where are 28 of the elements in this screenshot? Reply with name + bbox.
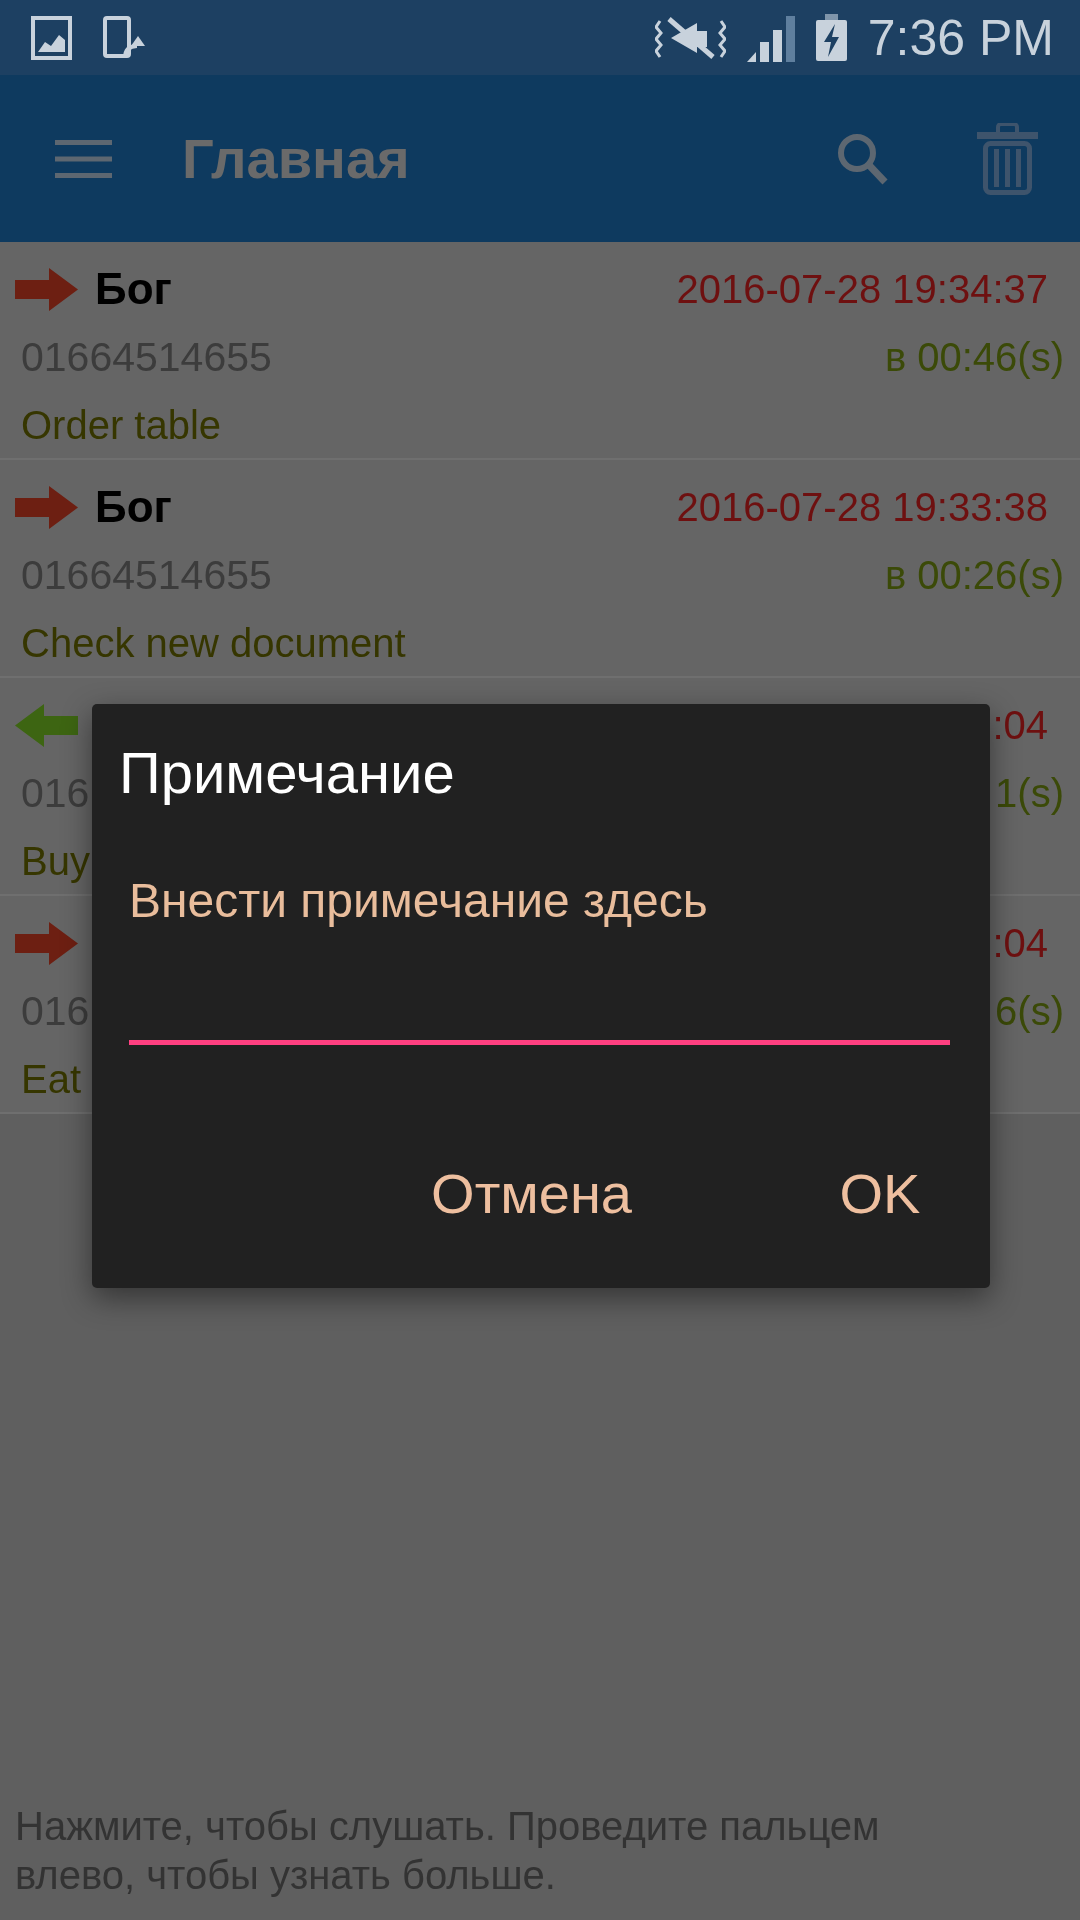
- screen-title: Главная: [182, 125, 410, 192]
- call-note: Check new document: [21, 620, 406, 667]
- dialog-button[interactable]: Отмена: [407, 1136, 656, 1252]
- call-note: Buy: [21, 838, 90, 885]
- contact-name: Бог: [95, 263, 172, 315]
- trash-icon[interactable]: [977, 122, 1038, 195]
- call-time: 2016-07-28 19:33:38: [676, 484, 1048, 531]
- dialog-button[interactable]: OK: [784, 1136, 976, 1252]
- mute-vibrate-icon: [654, 14, 726, 61]
- search-icon[interactable]: [837, 132, 888, 185]
- battery-charging-icon: [815, 14, 847, 61]
- gallery-icon: [31, 15, 72, 60]
- dialog-title: Примечание: [119, 739, 455, 807]
- dialog-message: Внести примечание здесь: [129, 873, 708, 929]
- call-note: Order table: [21, 402, 222, 449]
- menu-icon[interactable]: [55, 139, 112, 178]
- call-note: Eat: [21, 1056, 82, 1103]
- call-time: 2016-07-28 19:34:37: [676, 266, 1048, 313]
- call-time: :04: [992, 920, 1048, 967]
- status-time: 7:36 PM: [867, 8, 1054, 68]
- call-duration: в 00:46(s): [884, 334, 1064, 381]
- call-duration: 6(s): [995, 988, 1064, 1035]
- call-duration: в 00:26(s): [884, 552, 1064, 599]
- call-duration: 1(s): [995, 770, 1064, 817]
- signal-icon: [746, 13, 795, 62]
- contact-name: Бог: [95, 481, 172, 533]
- phone-upload-icon: [103, 15, 145, 60]
- call-time: :04: [992, 702, 1048, 749]
